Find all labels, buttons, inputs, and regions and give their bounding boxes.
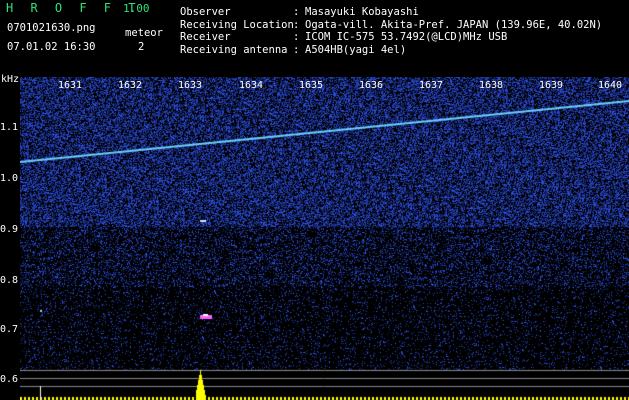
info-value: ICOM IC-575 53.7492(@LCD)MHz USB [305,31,508,43]
info-value: Masayuki Kobayashi [305,6,419,18]
x-tick-label: 1639 [539,80,564,91]
info-sep: : [293,6,300,18]
info-key: Observer [180,6,231,18]
x-tick-label: 1638 [479,80,504,91]
y-unit-label: kHz [1,74,20,85]
info-location: Receiving Location: Ogata-vill. Akita-Pre… [180,19,602,32]
info-key: Receiving antenna [180,43,288,56]
info-sep: : [293,31,300,43]
x-tick-label: 1640 [598,80,623,91]
spectrogram [20,77,629,400]
y-tick-label: 0.9 [0,224,19,235]
info-key: Receiver [180,31,231,43]
info-key: Receiving Location [180,18,294,31]
x-tick-label: 1631 [58,80,83,91]
x-tick-label: 1632 [118,80,143,91]
info-sep: : [293,18,300,31]
info-value: A504HB(yagi 4el) [305,43,407,56]
x-tick-label: 1637 [419,80,444,91]
y-tick-label: 1.0 [0,173,19,184]
hroft-window: H R O F F T 1.00 0701021630.png meteor 0… [0,0,629,400]
y-tick-label: 0.8 [0,275,19,286]
y-tick-label: 0.7 [0,324,19,335]
info-receiver: Receiver: ICOM IC-575 53.7492(@LCD)MHz US… [180,31,602,44]
x-tick-label: 1634 [239,80,264,91]
date-time: 07.01.02 16:30 [7,41,96,53]
info-sep: : [293,43,300,56]
info-observer: Observer: Masayuki Kobayashi [180,6,602,19]
x-tick-label: 1636 [359,80,384,91]
info-value: Ogata-vill. Akita-Pref. JAPAN (139.96E, … [305,18,603,31]
meteor-count: 2 [138,41,145,53]
station-info: Observer: Masayuki Kobayashi Receiving Lo… [180,6,602,56]
file-name: 0701021630.png [7,22,96,34]
y-tick-label: 1.1 [0,122,19,133]
meteor-label: meteor [125,27,163,39]
info-antenna: Receiving antenna: A504HB(yagi 4el) [180,44,602,57]
x-tick-label: 1633 [178,80,203,91]
y-tick-label: 0.6 [0,374,19,385]
app-title: H R O F F T [6,1,141,15]
app-version: 1.00 [123,2,150,15]
x-tick-label: 1635 [299,80,324,91]
